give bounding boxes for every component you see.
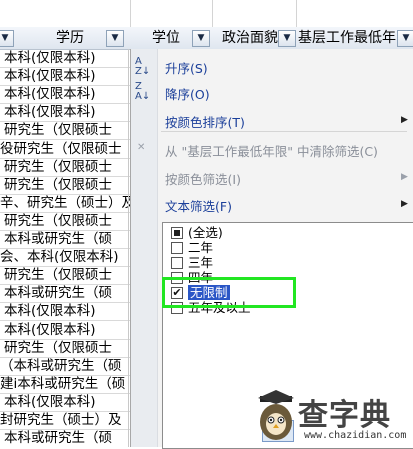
table-row[interactable]: 研究生（仅限硕士 [0,339,130,358]
watermark-url: www.chazidian.com [304,430,407,441]
table-row[interactable]: 本科(仅限本科) [0,67,130,87]
table-row[interactable]: 研究生（仅限硕士 [0,266,130,286]
cell-text: 本科(仅限本科) [4,68,96,85]
column-header-education: 学历 [56,30,84,46]
column-header-political-status: 政治面貌 [222,30,278,46]
cell-text: 本科(仅限本科) [4,104,96,121]
table-row[interactable]: 辛、研究生（硕士）及 [0,194,130,213]
cell-text: 本科(仅限本科) [4,50,96,66]
menu-item-sort-descending[interactable]: 降序(O) [165,84,210,103]
table-row[interactable]: 本科(仅限本科) [0,321,130,340]
mascot-logo-icon [258,390,294,440]
clear-filter-icon: ✕ [137,142,146,153]
filter-item-label: (全选) [188,225,223,240]
submenu-arrow-icon: ▶ [401,115,408,125]
cell-text: 本科或研究生（硕 [17,375,126,392]
cell-text: 研究生（硕士）及 [13,412,122,428]
checkbox-partial[interactable] [171,227,183,239]
menu-icon-column [131,49,158,447]
cell-overflow-text: （ [0,357,14,374]
education-column-cells: 本科(仅限本科) 本科(仅限本科) 本科(仅限本科) 本科(仅限本科) 研究生（仅限硕士… [0,49,130,447]
column-header-degree: 学位 [152,30,180,46]
filter-item-select-all[interactable]: (全选) [171,225,223,240]
table-row[interactable]: 本科(仅限本科) [0,49,130,68]
checkbox[interactable] [171,257,183,269]
table-row[interactable]: 研究生（仅限硕士 [0,176,130,195]
table-row[interactable]: 本科或研究生（硕 [0,429,130,447]
cell-text: 本科(仅限本科) [27,249,119,266]
grid-line [296,0,297,27]
cell-text: 研究生（仅限硕士 [4,158,112,175]
submenu-arrow-icon: ▶ [401,199,408,209]
table-row[interactable]: 本科或研究生（硕 [0,284,130,304]
menu-separator [161,131,407,132]
cell-text: 本科或研究生（硕 [4,285,112,302]
cell-text: 本科(仅限本科) [4,303,96,320]
sheet-top-area [0,0,413,27]
cell-text: 研究生（仅限硕士 [4,267,112,284]
cell-text: 本科或研究生（硕 [13,357,122,374]
cell-overflow-text: 会、 [0,249,27,266]
filter-item-label: 二年 [188,240,214,255]
highlight-box [162,277,296,308]
cell-text: 研究生（仅限硕士 [13,140,122,157]
filter-dropdown-button[interactable]: ▼ [278,30,296,47]
filter-item[interactable]: 二年 [171,240,214,255]
grid-line [212,0,213,27]
table-row[interactable]: 会、本科(仅限本科) [0,248,130,268]
cell-text: 本科(仅限本科) [4,393,96,410]
filter-item[interactable]: 三年 [171,255,214,270]
watermark-title: 查字典 [298,398,391,433]
cell-overflow-text: 封 [0,412,14,428]
sort-ascending-icon: A Z↓ [135,56,151,77]
cell-text: 研究生（硕士）及 [27,194,130,211]
column-header-min-years: 基层工作最低年限 [298,30,398,46]
grid-line [130,0,131,27]
cell-text: 本科(仅限本科) [4,86,96,103]
filter-item-label: 三年 [188,255,214,270]
cell-overflow-text: 役 [0,140,14,157]
menu-item-sort-by-color[interactable]: 按颜色排序(T) [165,112,245,131]
grid-line [128,49,129,447]
menu-item-filter-by-color[interactable]: 按颜色筛选(I) [165,169,241,188]
table-row[interactable]: 本科(仅限本科) [0,103,130,123]
filter-dropdown-button[interactable]: ▼ [192,30,210,47]
menu-item-clear-filter[interactable]: 从 "基层工作最低年限" 中清除筛选(C) [165,141,378,160]
table-row[interactable]: （本科或研究生（硕 [0,357,130,376]
table-row[interactable]: 本科(仅限本科) [0,302,130,322]
table-row[interactable]: 建i本科或研究生（硕 [0,375,130,394]
cell-text: 研究生（仅限硕士 [4,176,112,193]
menu-item-text-filter[interactable]: 文本筛选(F) [165,196,232,215]
submenu-arrow-icon: ▶ [401,172,408,182]
column-header-row: ▼ 学历 ▼ 学位 ▼ 政治面貌 ▼ 基层工作最低年限 ▼ [0,27,413,50]
table-row[interactable]: 研究生（仅限硕士 [0,121,130,141]
cell-text: 研究生（仅限硕士 [4,122,112,139]
table-row[interactable]: 研究生（仅限硕士 [0,212,130,231]
cell-overflow-text: 建i [0,375,18,392]
sort-descending-icon: Z A↓ [135,81,151,102]
filter-dropdown-button[interactable]: ▼ [0,30,14,47]
active-filter-dropdown-button[interactable]: ▼ [397,30,413,47]
cell-overflow-text: 辛、 [0,194,27,211]
table-row[interactable]: 本科(仅限本科) [0,85,130,105]
menu-item-sort-ascending[interactable]: 升序(S) [165,58,208,77]
cell-text: 本科或研究生（硕 [4,231,112,247]
cell-text: 研究生（仅限硕士 [4,339,112,356]
table-row[interactable]: 役研究生（仅限硕士 [0,140,130,159]
cell-text: 本科(仅限本科) [4,321,96,338]
cell-text: 本科或研究生（硕 [4,430,112,447]
filter-dropdown-button[interactable]: ▼ [106,30,124,47]
table-row[interactable]: 本科(仅限本科) [0,393,130,412]
watermark: 查字典 www.chazidian.com [252,384,413,447]
table-row[interactable]: 封研究生（硕士）及 [0,411,130,430]
table-row[interactable]: 本科或研究生（硕 [0,230,130,249]
cell-text: 研究生（仅限硕士 [4,212,112,229]
table-row[interactable]: 研究生（仅限硕士 [0,158,130,177]
checkbox[interactable] [171,242,183,254]
